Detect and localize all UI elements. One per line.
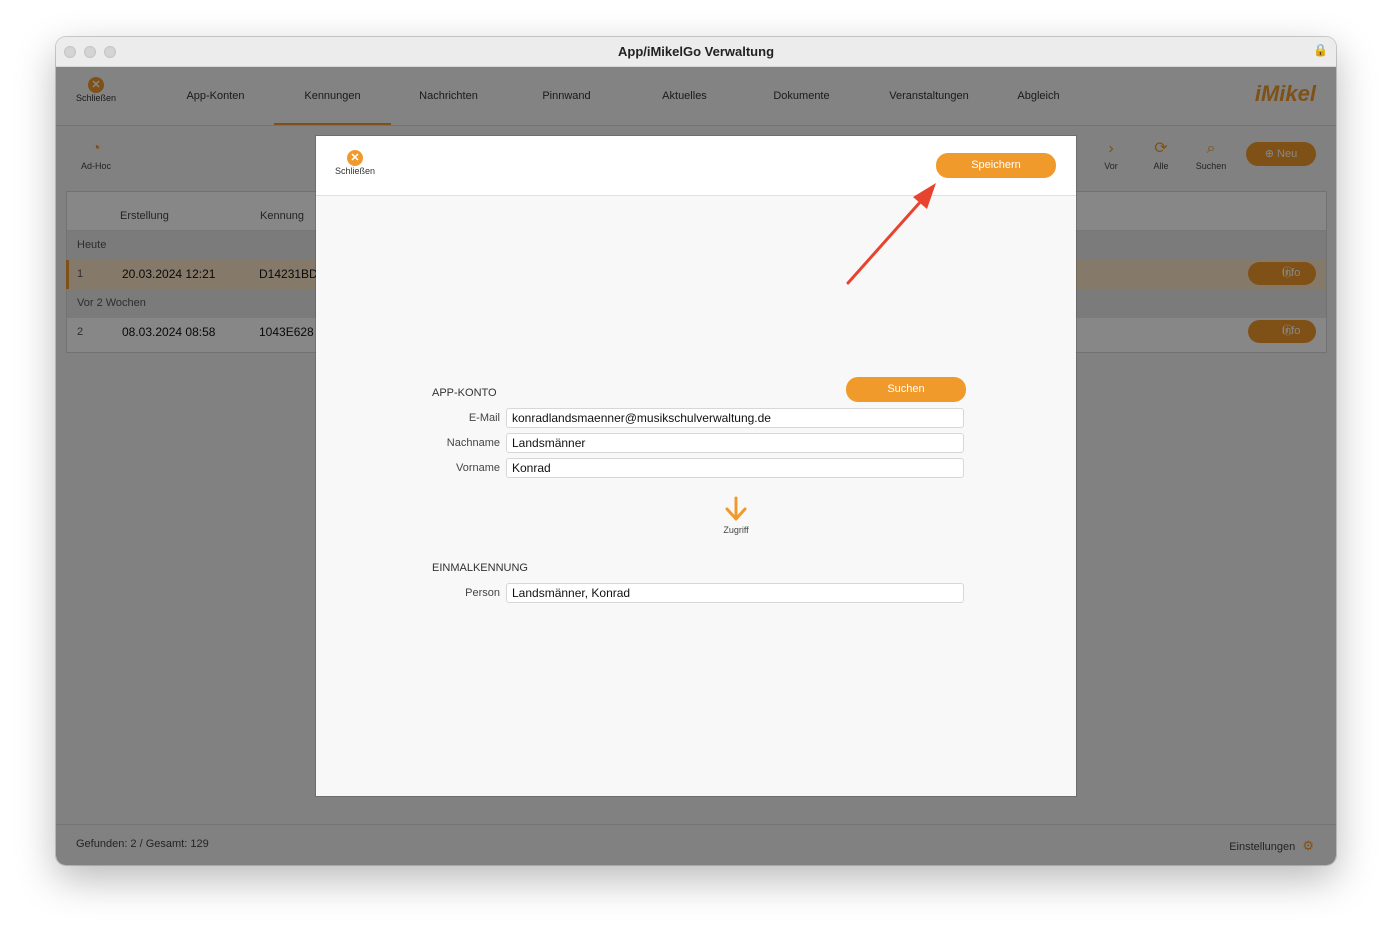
einmalkennung-heading: EINMALKENNUNG bbox=[432, 562, 528, 574]
zugriff-label: Zugriff bbox=[723, 525, 749, 535]
kennung-dialog: ✕ Schließen Speichern APP-KONTO Suchen E… bbox=[316, 136, 1076, 796]
dialog-close-label: Schließen bbox=[334, 166, 376, 176]
lock-icon: 🔒 bbox=[1313, 43, 1328, 57]
window-title: App/iMikelGo Verwaltung bbox=[617, 44, 775, 59]
close-window-button[interactable] bbox=[64, 46, 76, 58]
person-label: Person bbox=[465, 587, 500, 599]
email-label: E-Mail bbox=[468, 412, 500, 424]
person-field[interactable]: Landsmänner, Konrad bbox=[506, 583, 964, 603]
dialog-header: ✕ Schließen Speichern bbox=[316, 136, 1076, 196]
nachname-field[interactable]: Landsmänner bbox=[506, 433, 964, 453]
dialog-close-button[interactable]: ✕ Schließen bbox=[330, 150, 380, 176]
close-icon: ✕ bbox=[347, 150, 363, 166]
title-bar: App/iMikelGo Verwaltung 🔒 bbox=[56, 37, 1336, 67]
minimize-window-button[interactable] bbox=[84, 46, 96, 58]
app-konto-heading: APP-KONTO bbox=[432, 387, 497, 399]
zugriff-button[interactable]: Zugriff bbox=[710, 495, 762, 535]
vorname-label: Vorname bbox=[455, 462, 500, 474]
nachname-label: Nachname bbox=[446, 437, 500, 449]
email-field[interactable]: konradlandsmaenner@musikschulverwaltung.… bbox=[506, 408, 964, 428]
arrow-down-icon bbox=[725, 496, 747, 521]
zoom-window-button[interactable] bbox=[104, 46, 116, 58]
vorname-field[interactable]: Konrad bbox=[506, 458, 964, 478]
save-button[interactable]: Speichern bbox=[936, 153, 1056, 178]
account-search-button[interactable]: Suchen bbox=[846, 377, 966, 402]
